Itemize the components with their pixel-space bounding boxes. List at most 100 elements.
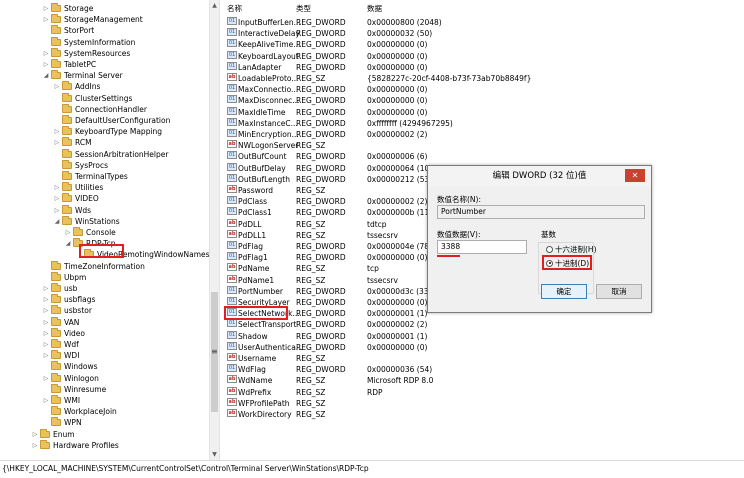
list-item[interactable]: 01 MaxDisconnec... REG_DWORD 0x00000000 (0): [221, 95, 744, 106]
tree-item[interactable]: ◢ WinStations: [0, 215, 120, 227]
list-item[interactable]: ab Username REG_SZ: [221, 353, 744, 364]
cancel-button[interactable]: 取消: [596, 284, 642, 299]
tree-item[interactable]: ▷ VIDEO: [0, 193, 99, 204]
tree-item[interactable]: ▷ usb: [0, 283, 77, 294]
tree-item[interactable]: SysProcs: [0, 159, 108, 171]
expand-arrow-icon[interactable]: ▷: [53, 193, 61, 204]
list-item[interactable]: 01 MaxConnectio... REG_DWORD 0x00000000 (0): [221, 84, 744, 95]
tree-item[interactable]: ▷ Wds: [0, 204, 91, 216]
list-item[interactable]: ab WdPrefix REG_SZ RDP: [221, 386, 744, 398]
column-header-data[interactable]: 数据: [367, 3, 382, 14]
expand-arrow-icon[interactable]: ▷: [31, 429, 39, 440]
list-item[interactable]: 01 Shadow REG_DWORD 0x00000001 (1): [221, 330, 744, 342]
list-item[interactable]: 01 WdFlag REG_DWORD 0x00000036 (54): [221, 364, 744, 375]
list-item[interactable]: 01 KeyboardLayout REG_DWORD 0x00000000 (0): [221, 50, 744, 62]
tree-item[interactable]: ▷ Storage: [0, 3, 93, 14]
expand-arrow-icon[interactable]: ▷: [42, 373, 50, 384]
splitter-grip-icon[interactable]: ≡: [211, 347, 218, 356]
tree-item[interactable]: ▷ usbstor: [0, 305, 92, 316]
tree-item[interactable]: ClusterSettings: [0, 92, 132, 104]
tree-item[interactable]: Windows: [0, 361, 97, 372]
list-item[interactable]: ab NWLogonServer REG_SZ: [221, 140, 744, 151]
tree-item[interactable]: ▷ Console: [0, 227, 116, 238]
tree-item[interactable]: ◢ Terminal Server: [0, 70, 123, 81]
tree-item[interactable]: ▷ WDI: [0, 350, 79, 361]
list-item[interactable]: 01 UserAuthentica... REG_DWORD 0x00000000 (…: [221, 341, 744, 353]
column-header-name[interactable]: 名称: [227, 3, 242, 14]
expand-arrow-icon[interactable]: ▷: [42, 48, 50, 59]
tree-item[interactable]: Winresume: [0, 383, 106, 395]
expand-arrow-icon[interactable]: ▷: [31, 440, 39, 451]
list-item[interactable]: ab WFProfilePath REG_SZ: [221, 397, 744, 409]
tree-item[interactable]: ▷ Winlogon: [0, 372, 99, 384]
tree-item[interactable]: WorkplaceJoin: [0, 406, 117, 417]
tree-item[interactable]: DefaultUserConfiguration: [0, 115, 170, 126]
expand-arrow-icon[interactable]: ▷: [42, 14, 50, 25]
tree-item[interactable]: ▷ TabletPC: [0, 59, 96, 70]
expand-arrow-icon[interactable]: ▷: [53, 182, 61, 193]
expand-arrow-icon[interactable]: ▷: [42, 294, 50, 305]
list-item[interactable]: 01 OutBufCount REG_DWORD 0x00000006 (6): [221, 151, 744, 162]
value-data-input[interactable]: 3388: [437, 240, 527, 254]
tree-item[interactable]: ConnectionHandler: [0, 103, 147, 115]
expand-arrow-icon[interactable]: ▷: [53, 137, 61, 148]
tree-item-label: Ubpm: [64, 272, 87, 282]
tree-item[interactable]: TimeZoneInformation: [0, 260, 145, 272]
expand-arrow-icon[interactable]: ▷: [42, 350, 50, 361]
list-item[interactable]: ab WorkDirectory REG_SZ: [221, 409, 744, 420]
list-item[interactable]: 01 InteractiveDelay REG_DWORD 0x00000032 (5…: [221, 28, 744, 39]
list-item[interactable]: 01 SelectTransport REG_DWORD 0x00000002 (2): [221, 319, 744, 330]
tree-item[interactable]: SystemInformation: [0, 36, 135, 48]
hex-radio[interactable]: 十六进制(H): [546, 244, 597, 255]
tree-item[interactable]: WPN: [0, 417, 82, 428]
tree-item[interactable]: SessionArbitrationHelper: [0, 148, 168, 160]
expand-arrow-icon[interactable]: ▷: [64, 227, 72, 238]
expand-arrow-icon[interactable]: ▷: [53, 81, 61, 92]
registry-tree[interactable]: ▷ Storage ▷ StorageManagement StorPort System…: [0, 0, 209, 460]
list-item[interactable]: ab WdName REG_SZ Microsoft RDP 8.0: [221, 375, 744, 386]
tree-item[interactable]: Ubpm: [0, 271, 87, 283]
tree-item[interactable]: ▷ WMI: [0, 395, 80, 406]
list-item[interactable]: 01 MinEncryption... REG_DWORD 0x00000002 (2…: [221, 129, 744, 140]
tree-item[interactable]: ▷ VAN: [0, 316, 79, 328]
expand-arrow-icon[interactable]: ▷: [42, 339, 50, 350]
tree-item[interactable]: ▷ Wdf: [0, 339, 79, 350]
tree-item[interactable]: StorPort: [0, 25, 94, 36]
list-item[interactable]: 01 InputBufferLen... REG_DWORD 0x00000800 (…: [221, 17, 744, 28]
tree-item[interactable]: ▷ usbflags: [0, 294, 95, 305]
list-item[interactable]: 01 MaxInstanceC... REG_DWORD 0xffffffff (42…: [221, 117, 744, 129]
list-item[interactable]: ab LoadableProto... REG_SZ {5828227c-20cf-4…: [221, 73, 744, 84]
tree-item[interactable]: ▷ Enum: [0, 428, 75, 440]
tree-item[interactable]: ▷ Utilities: [0, 182, 103, 193]
expand-arrow-icon[interactable]: ▷: [42, 59, 50, 70]
list-item[interactable]: 01 MaxIdleTime REG_DWORD 0x00000000 (0): [221, 106, 744, 118]
tree-item[interactable]: ▷ SystemResources: [0, 47, 130, 59]
tree-item[interactable]: TerminalTypes: [0, 171, 128, 182]
list-item[interactable]: 01 LanAdapter REG_DWORD 0x00000000 (0): [221, 61, 744, 73]
expand-arrow-icon[interactable]: ◢: [42, 70, 50, 81]
tree-item[interactable]: ▷ StorageManagement: [0, 14, 143, 25]
hex-radio-dot-icon[interactable]: [546, 245, 553, 253]
expand-arrow-icon[interactable]: ▷: [42, 283, 50, 294]
expand-arrow-icon[interactable]: ▷: [42, 317, 50, 328]
scroll-up-arrow-icon[interactable]: ▲: [210, 0, 219, 11]
expand-arrow-icon[interactable]: ◢: [53, 216, 61, 227]
tree-item[interactable]: ▷ RCM: [0, 137, 92, 148]
list-item[interactable]: 01 KeepAliveTime... REG_DWORD 0x00000000 (0…: [221, 39, 744, 50]
expand-arrow-icon[interactable]: ▷: [53, 205, 61, 216]
expand-arrow-icon[interactable]: ▷: [42, 305, 50, 316]
column-header-type[interactable]: 类型: [296, 3, 311, 14]
tree-item[interactable]: ▷ AddIns: [0, 81, 100, 92]
tree-item[interactable]: ▷ Video: [0, 327, 85, 339]
tree-scrollbar[interactable]: ▲ ▼: [209, 0, 220, 460]
expand-arrow-icon[interactable]: ◢: [64, 238, 72, 249]
scroll-down-arrow-icon[interactable]: ▼: [210, 449, 219, 460]
expand-arrow-icon[interactable]: ▷: [53, 126, 61, 137]
expand-arrow-icon[interactable]: ▷: [42, 328, 50, 339]
tree-item[interactable]: ▷ Hardware Profiles: [0, 439, 119, 451]
expand-arrow-icon[interactable]: ▷: [42, 395, 50, 406]
close-icon[interactable]: ✕: [625, 169, 645, 182]
tree-item[interactable]: ▷ KeyboardType Mapping: [0, 126, 162, 137]
ok-button[interactable]: 确定: [541, 284, 587, 299]
expand-arrow-icon[interactable]: ▷: [42, 3, 50, 14]
